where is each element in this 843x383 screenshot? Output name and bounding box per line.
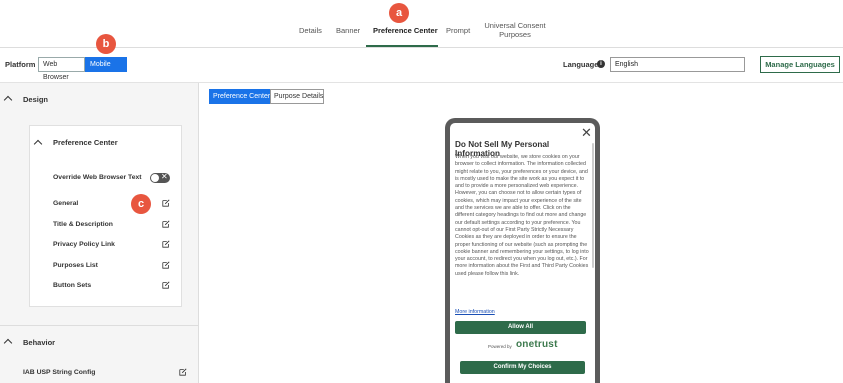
subtab-preference-center[interactable]: Preference Center — [209, 89, 270, 104]
preference-center-title[interactable]: Preference Center — [53, 138, 118, 147]
subtab-purpose-details[interactable]: Purpose Details — [270, 89, 324, 104]
menu-item-iab-usp-string-config[interactable]: IAB USP String Config — [23, 369, 95, 376]
design-section-title[interactable]: Design — [23, 95, 48, 104]
platform-row: Platform Web Browser Mobile App b Langua… — [0, 34, 843, 83]
preview-scrollbar[interactable] — [592, 143, 594, 268]
behavior-section-title[interactable]: Behavior — [23, 338, 55, 347]
app-root: Details Banner Preference Center Prompt … — [0, 0, 843, 383]
edit-icon[interactable] — [162, 220, 170, 228]
preview-description: When you visit our website, we store coo… — [455, 154, 589, 277]
info-icon[interactable]: i — [597, 60, 605, 68]
mobile-preview: ✕ Do Not Sell My Personal Information Wh… — [445, 118, 600, 383]
manage-languages-button[interactable]: Manage Languages — [760, 56, 840, 73]
tab-universal-consent-purposes[interactable]: Universal Consent Purposes — [484, 21, 546, 39]
section-divider — [0, 325, 199, 326]
language-select[interactable]: English — [610, 57, 745, 72]
top-tabs: Details Banner Preference Center Prompt … — [0, 0, 843, 48]
edit-icon[interactable] — [162, 199, 170, 207]
menu-item-privacy-policy-link[interactable]: Privacy Policy Link — [53, 241, 115, 248]
tab-preference-center[interactable]: Preference Center — [373, 26, 438, 35]
active-tab-indicator — [366, 45, 438, 47]
onetrust-logo: onetrust — [516, 339, 558, 350]
edit-icon[interactable] — [162, 240, 170, 248]
close-icon[interactable]: ✕ — [581, 126, 592, 139]
platform-web-browser-button[interactable]: Web Browser — [38, 57, 85, 81]
confirm-my-choices-button[interactable]: Confirm My Choices — [460, 361, 585, 374]
tab-banner[interactable]: Banner — [336, 26, 360, 35]
chevron-up-icon[interactable] — [3, 338, 13, 348]
override-web-browser-text-label: Override Web Browser Text — [53, 174, 142, 181]
menu-item-title-description[interactable]: Title & Description — [53, 221, 113, 228]
edit-icon[interactable] — [179, 368, 187, 376]
edit-icon[interactable] — [162, 281, 170, 289]
close-icon: ✕ — [161, 172, 168, 181]
platform-label: Platform — [5, 60, 36, 69]
left-panel: Design Preference Center Override Web Br… — [0, 83, 199, 383]
powered-by-label: Powered by — [488, 344, 512, 349]
preference-center-card: Preference Center Override Web Browser T… — [29, 125, 182, 307]
annotation-badge-a: a — [389, 3, 409, 23]
tab-details[interactable]: Details — [299, 26, 322, 35]
menu-item-purposes-list[interactable]: Purposes List — [53, 262, 98, 269]
menu-item-button-sets[interactable]: Button Sets — [53, 282, 91, 289]
chevron-up-icon[interactable] — [33, 139, 43, 149]
more-information-link[interactable]: More information — [455, 309, 495, 315]
platform-mobile-app-button[interactable]: Mobile App — [85, 57, 127, 81]
annotation-badge-c: c — [131, 194, 151, 214]
chevron-up-icon[interactable] — [3, 95, 13, 105]
edit-icon[interactable] — [162, 261, 170, 269]
allow-all-button[interactable]: Allow All — [455, 321, 586, 334]
toggle-knob — [151, 174, 159, 182]
annotation-badge-b: b — [96, 34, 116, 54]
tab-prompt[interactable]: Prompt — [446, 26, 470, 35]
menu-item-general[interactable]: General — [53, 200, 78, 207]
language-label: Language — [563, 60, 599, 69]
override-web-browser-text-toggle[interactable]: ✕ — [150, 172, 170, 183]
